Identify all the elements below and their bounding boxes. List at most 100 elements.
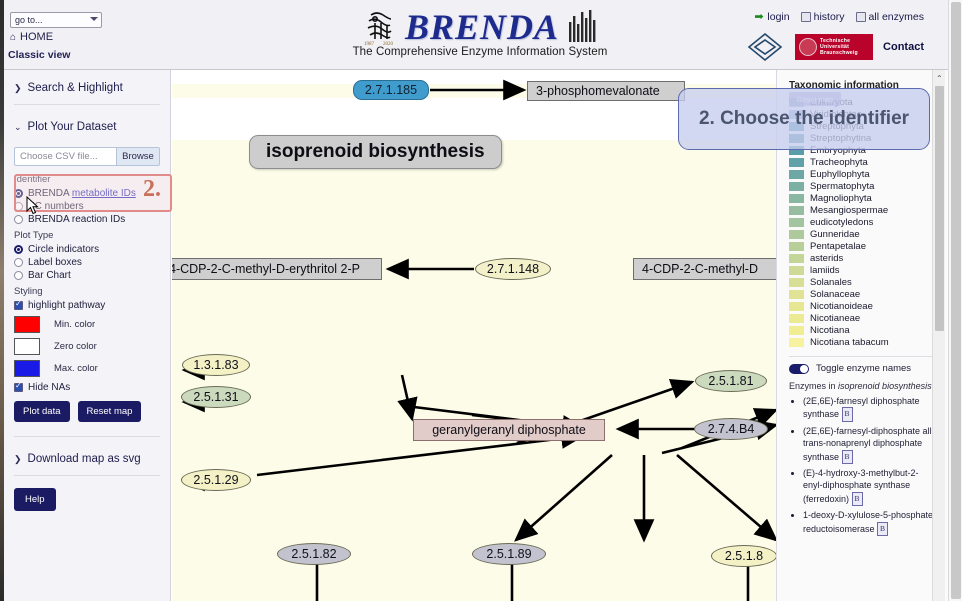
- brenda-badge-icon[interactable]: B: [877, 521, 889, 537]
- checkbox-hide-nas[interactable]: Hide NAs: [14, 381, 160, 393]
- radio-label-boxes[interactable]: Label boxes: [14, 257, 160, 268]
- metabolite-node-3-phosphomevalonate[interactable]: 3-phosphomevalonate: [527, 81, 685, 101]
- left-sidebar: ❯ Search & Highlight ⌄ Plot Your Dataset…: [4, 70, 171, 601]
- taxonomy-label: Tracheophyta: [810, 156, 868, 168]
- home-link[interactable]: ⌂ HOME: [10, 31, 53, 43]
- brenda-badge-icon[interactable]: B: [851, 491, 863, 507]
- taxonomy-legend-item[interactable]: Tracheophyta: [789, 156, 938, 168]
- taxonomy-legend-item[interactable]: asterids: [789, 252, 938, 264]
- ec-node-2-7-4-b4[interactable]: 2.7.4.B4: [694, 418, 768, 440]
- radio-icon: [14, 202, 23, 211]
- taxonomy-label: Mesangiospermae: [810, 204, 889, 216]
- toggle-enzyme-names-row[interactable]: Toggle enzyme names: [789, 363, 938, 374]
- taxonomy-color-swatch: [789, 241, 804, 251]
- login-link[interactable]: ➡ login: [754, 11, 789, 23]
- enzymes-intro-prefix: Enzymes in: [789, 381, 839, 391]
- help-button[interactable]: Help: [14, 488, 56, 511]
- browse-button[interactable]: Browse: [116, 147, 160, 166]
- taxonomy-label: Pentapetalae: [810, 240, 866, 252]
- max-color-swatch[interactable]: [14, 360, 40, 377]
- taxonomy-legend-item[interactable]: Euphyllophyta: [789, 168, 938, 180]
- taxonomy-legend-item[interactable]: eudicotyledons: [789, 216, 938, 228]
- enzyme-list-item[interactable]: (2E,6E)-farnesyl-diphosphate all-trans-n…: [803, 425, 938, 465]
- enzymes-intro-pathway: isoprenoid biosynthesis: [838, 381, 932, 391]
- taxonomy-color-swatch: [789, 277, 804, 287]
- taxonomy-legend-item[interactable]: Spermatophyta: [789, 180, 938, 192]
- zero-color-swatch[interactable]: [14, 338, 40, 355]
- taxonomy-color-swatch: [789, 169, 804, 179]
- metabolite-node-4-cdp-2-c-methyl-d[interactable]: 4-CDP-2-C-methyl-D: [633, 258, 776, 280]
- brenda-badge-icon[interactable]: B: [841, 407, 853, 422]
- plot-dataset-label: Plot Your Dataset: [27, 121, 117, 133]
- ec-node-2-5-1-8[interactable]: 2.5.1.8: [711, 545, 776, 567]
- all-enzymes-link[interactable]: all enzymes: [855, 11, 924, 23]
- goto-select[interactable]: go to...: [10, 12, 102, 28]
- page-scrollbar[interactable]: [948, 0, 962, 601]
- ec-node-2-5-1-31[interactable]: 2.5.1.31: [181, 386, 251, 408]
- reset-map-button[interactable]: Reset map: [77, 401, 142, 422]
- min-color-row[interactable]: Min. color: [14, 316, 160, 333]
- scrollbar-thumb[interactable]: [935, 86, 944, 331]
- scroll-up-arrow-icon[interactable]: ⌃: [936, 74, 943, 83]
- sidebar-section-download-svg[interactable]: ❯ Download map as svg: [14, 441, 160, 473]
- classic-view-link[interactable]: Classic view: [8, 49, 70, 61]
- radio-icon: [14, 271, 23, 280]
- legend-scrollbar[interactable]: ⌃: [932, 70, 945, 601]
- contact-link[interactable]: Contact: [883, 41, 924, 53]
- taxonomy-legend-item[interactable]: Nicotianoideae: [789, 300, 938, 312]
- scrollbar-thumb[interactable]: [951, 2, 961, 599]
- taxonomy-color-swatch: [789, 325, 804, 335]
- taxonomy-legend-item[interactable]: Nicotianeae: [789, 312, 938, 324]
- sidebar-section-plot-dataset[interactable]: ⌄ Plot Your Dataset: [14, 109, 160, 141]
- enzyme-name: (2E,6E)-farnesyl diphosphate synthase: [803, 396, 920, 420]
- taxonomy-legend-item[interactable]: Solanaceae: [789, 288, 938, 300]
- min-color-swatch[interactable]: [14, 316, 40, 333]
- radio-label: Label boxes: [28, 257, 82, 268]
- taxonomy-legend-item[interactable]: lamiids: [789, 264, 938, 276]
- enzyme-list-item[interactable]: (2E,6E)-farnesyl diphosphate synthase B: [803, 395, 938, 422]
- taxonomy-color-swatch: [789, 205, 804, 215]
- metabolite-node-geranylgeranyl-diphosphate[interactable]: geranylgeranyl diphosphate: [413, 419, 605, 441]
- metabolite-node-4-cdp-2-c-methyl-d-erythritol-2-p[interactable]: 4-CDP-2-C-methyl-D-erythritol 2-P: [172, 258, 382, 280]
- csv-file-input[interactable]: Choose CSV file...: [14, 147, 116, 166]
- all-enzymes-label: all enzymes: [868, 11, 924, 23]
- taxonomy-legend-item[interactable]: Mesangiospermae: [789, 204, 938, 216]
- taxonomy-legend-item[interactable]: Magnoliophyta: [789, 192, 938, 204]
- enzyme-list-item[interactable]: (E)-4-hydroxy-3-methylbut-2-enyl-diphosp…: [803, 467, 938, 507]
- enzyme-list-item[interactable]: 1-deoxy-D-xylulose-5-phosphate reductois…: [803, 509, 938, 537]
- csv-file-picker[interactable]: Choose CSV file... Browse: [14, 147, 160, 166]
- sidebar-section-search-highlight[interactable]: ❯ Search & Highlight: [14, 70, 160, 102]
- history-link[interactable]: history: [800, 11, 845, 23]
- taxonomy-label: Nicotianeae: [810, 312, 861, 324]
- radio-circle-indicators[interactable]: Circle indicators: [14, 244, 160, 255]
- zero-color-row[interactable]: Zero color: [14, 338, 160, 355]
- brenda-badge-icon[interactable]: B: [841, 449, 853, 465]
- chevron-down-icon: [90, 17, 98, 21]
- ec-node-2-5-1-81[interactable]: 2.5.1.81: [695, 370, 767, 392]
- metabolite-ids-link[interactable]: metabolite IDs: [72, 188, 136, 199]
- ec-node-1-3-1-83[interactable]: 1.3.1.83: [182, 354, 250, 376]
- enzymes-intro: Enzymes in isoprenoid biosynthesis:: [789, 381, 938, 391]
- taxonomy-legend-item[interactable]: Pentapetalae: [789, 240, 938, 252]
- login-arrow-icon: ➡: [754, 11, 764, 23]
- radio-label: Bar Chart: [28, 270, 71, 281]
- download-svg-label: Download map as svg: [27, 453, 141, 465]
- radio-bar-chart[interactable]: Bar Chart: [14, 270, 160, 281]
- taxonomy-color-swatch: [789, 337, 804, 347]
- chevron-right-icon: ❯: [14, 453, 22, 464]
- toggle-switch-icon[interactable]: [789, 363, 809, 374]
- ec-node-2-5-1-29[interactable]: 2.5.1.29: [181, 469, 251, 491]
- ec-node-2-5-1-82[interactable]: 2.5.1.82: [277, 543, 351, 565]
- ec-node-2-5-1-89[interactable]: 2.5.1.89: [472, 543, 546, 565]
- taxonomy-legend-item[interactable]: Nicotiana: [789, 324, 938, 336]
- checkbox-highlight-pathway[interactable]: highlight pathway: [14, 299, 160, 311]
- ec-node-2-7-1-148[interactable]: 2.7.1.148: [475, 258, 551, 280]
- max-color-row[interactable]: Max. color: [14, 360, 160, 377]
- plot-data-button[interactable]: Plot data: [14, 401, 70, 422]
- taxonomy-legend-item[interactable]: Gunneridae: [789, 228, 938, 240]
- taxonomy-legend-item[interactable]: Nicotiana tabacum: [789, 336, 938, 348]
- search-highlight-label: Search & Highlight: [27, 82, 123, 94]
- ec-node-2-7-1-185[interactable]: 2.7.1.185: [353, 80, 429, 100]
- max-color-label: Max. color: [54, 363, 98, 374]
- taxonomy-legend-item[interactable]: Solanales: [789, 276, 938, 288]
